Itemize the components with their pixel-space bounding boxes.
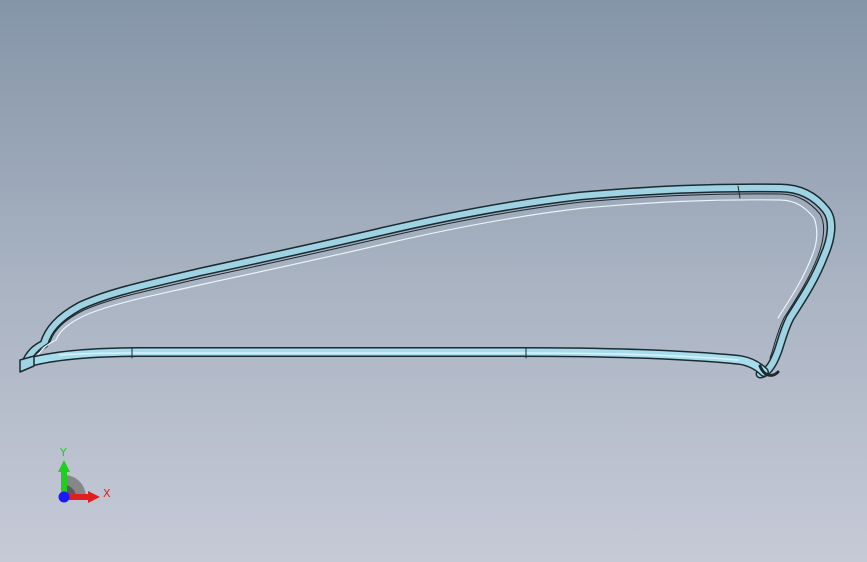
- y-axis-label: Y: [59, 446, 67, 459]
- y-axis-arrow-head: [58, 460, 70, 472]
- model-view[interactable]: [0, 0, 867, 562]
- seal-left-end-cap: [19, 355, 35, 373]
- x-axis-arrow-head: [88, 491, 100, 503]
- seal-outer-edge: [19, 183, 836, 379]
- view-orientation-triad[interactable]: Y X: [40, 440, 120, 510]
- seal-part[interactable]: [19, 183, 836, 379]
- graphics-viewport[interactable]: Y X: [0, 0, 867, 562]
- x-axis-label: X: [103, 487, 111, 500]
- z-axis-dot: [58, 491, 70, 503]
